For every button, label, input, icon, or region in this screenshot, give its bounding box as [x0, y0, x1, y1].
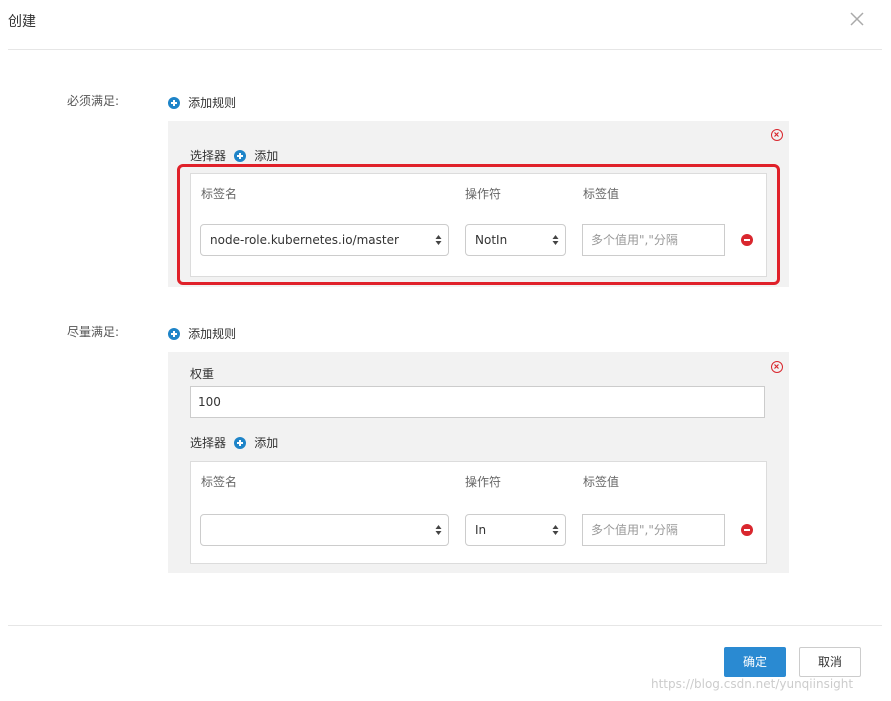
remove-rule-icon[interactable]	[771, 129, 783, 141]
watermark: https://blog.csdn.net/yunqiinsight	[651, 677, 854, 691]
select-arrows-icon	[435, 525, 442, 535]
selector-label: 选择器	[190, 436, 227, 450]
close-icon[interactable]	[846, 8, 868, 30]
highlight-box	[177, 164, 780, 285]
weight-value: 100	[198, 395, 221, 409]
operator-value: In	[475, 523, 487, 537]
label-value-placeholder: 多个值用","分隔	[591, 523, 678, 537]
required-selector-header: 选择器 添加	[190, 147, 278, 164]
weight-input[interactable]: 100	[190, 386, 765, 418]
add-circle-icon	[168, 328, 180, 340]
preferred-selector-header: 选择器 添加	[190, 434, 278, 451]
weight-label: 权重	[190, 367, 215, 381]
cancel-button[interactable]: 取消	[799, 647, 861, 677]
preferred-add-rule-button[interactable]: 添加规则	[168, 325, 236, 342]
add-selector-button[interactable]: 添加	[234, 436, 278, 451]
add-rule-label: 添加规则	[188, 327, 237, 341]
col-header-value: 标签值	[583, 475, 620, 489]
remove-rule-icon[interactable]	[771, 361, 783, 373]
confirm-button[interactable]: 确定	[724, 647, 786, 677]
operator-select[interactable]: In	[465, 514, 566, 546]
col-header-name: 标签名	[201, 475, 238, 489]
dialog-title: 创建	[8, 14, 36, 30]
remove-row-icon[interactable]	[741, 524, 753, 536]
add-circle-icon	[234, 437, 247, 449]
add-selector-button[interactable]: 添加	[234, 149, 278, 164]
required-add-rule-button[interactable]: 添加规则	[168, 94, 236, 111]
add-selector-label: 添加	[254, 149, 279, 163]
add-circle-icon	[234, 150, 247, 162]
label-value-input[interactable]: 多个值用","分隔	[582, 514, 725, 546]
label-name-select[interactable]	[200, 514, 449, 546]
required-label: 必须满足:	[67, 94, 120, 108]
add-circle-icon	[168, 97, 180, 109]
header-divider	[8, 49, 882, 50]
add-rule-label: 添加规则	[188, 96, 237, 110]
select-arrows-icon	[552, 525, 559, 535]
add-selector-label: 添加	[254, 436, 279, 450]
preferred-label: 尽量满足:	[67, 325, 120, 339]
footer-divider	[8, 625, 882, 626]
selector-label: 选择器	[190, 149, 227, 163]
col-header-op: 操作符	[465, 475, 502, 489]
